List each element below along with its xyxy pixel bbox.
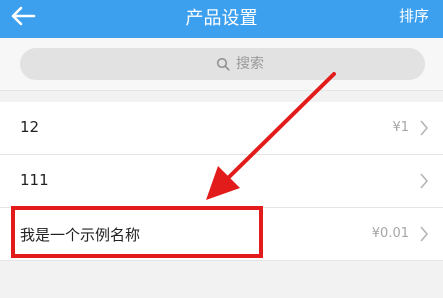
product-name: 111 [20, 171, 49, 189]
chevron-right-icon [420, 173, 429, 189]
chevron-right-icon [420, 226, 429, 242]
list-item[interactable]: 111 [0, 155, 443, 208]
chevron-right-icon [420, 120, 429, 136]
list-item[interactable]: 12 ¥1 [0, 102, 443, 155]
page-title: 产品设置 [185, 8, 258, 29]
search-bar [0, 38, 443, 91]
search-box[interactable] [20, 48, 425, 80]
sort-button[interactable]: 排序 [399, 5, 429, 26]
product-name: 12 [20, 118, 40, 136]
search-icon [216, 57, 230, 71]
product-price: ¥1 [392, 120, 409, 135]
product-price: ¥0.01 [371, 226, 409, 241]
search-input[interactable] [236, 53, 356, 75]
highlight-box [11, 206, 263, 258]
header-bar: 产品设置 排序 [0, 0, 443, 38]
